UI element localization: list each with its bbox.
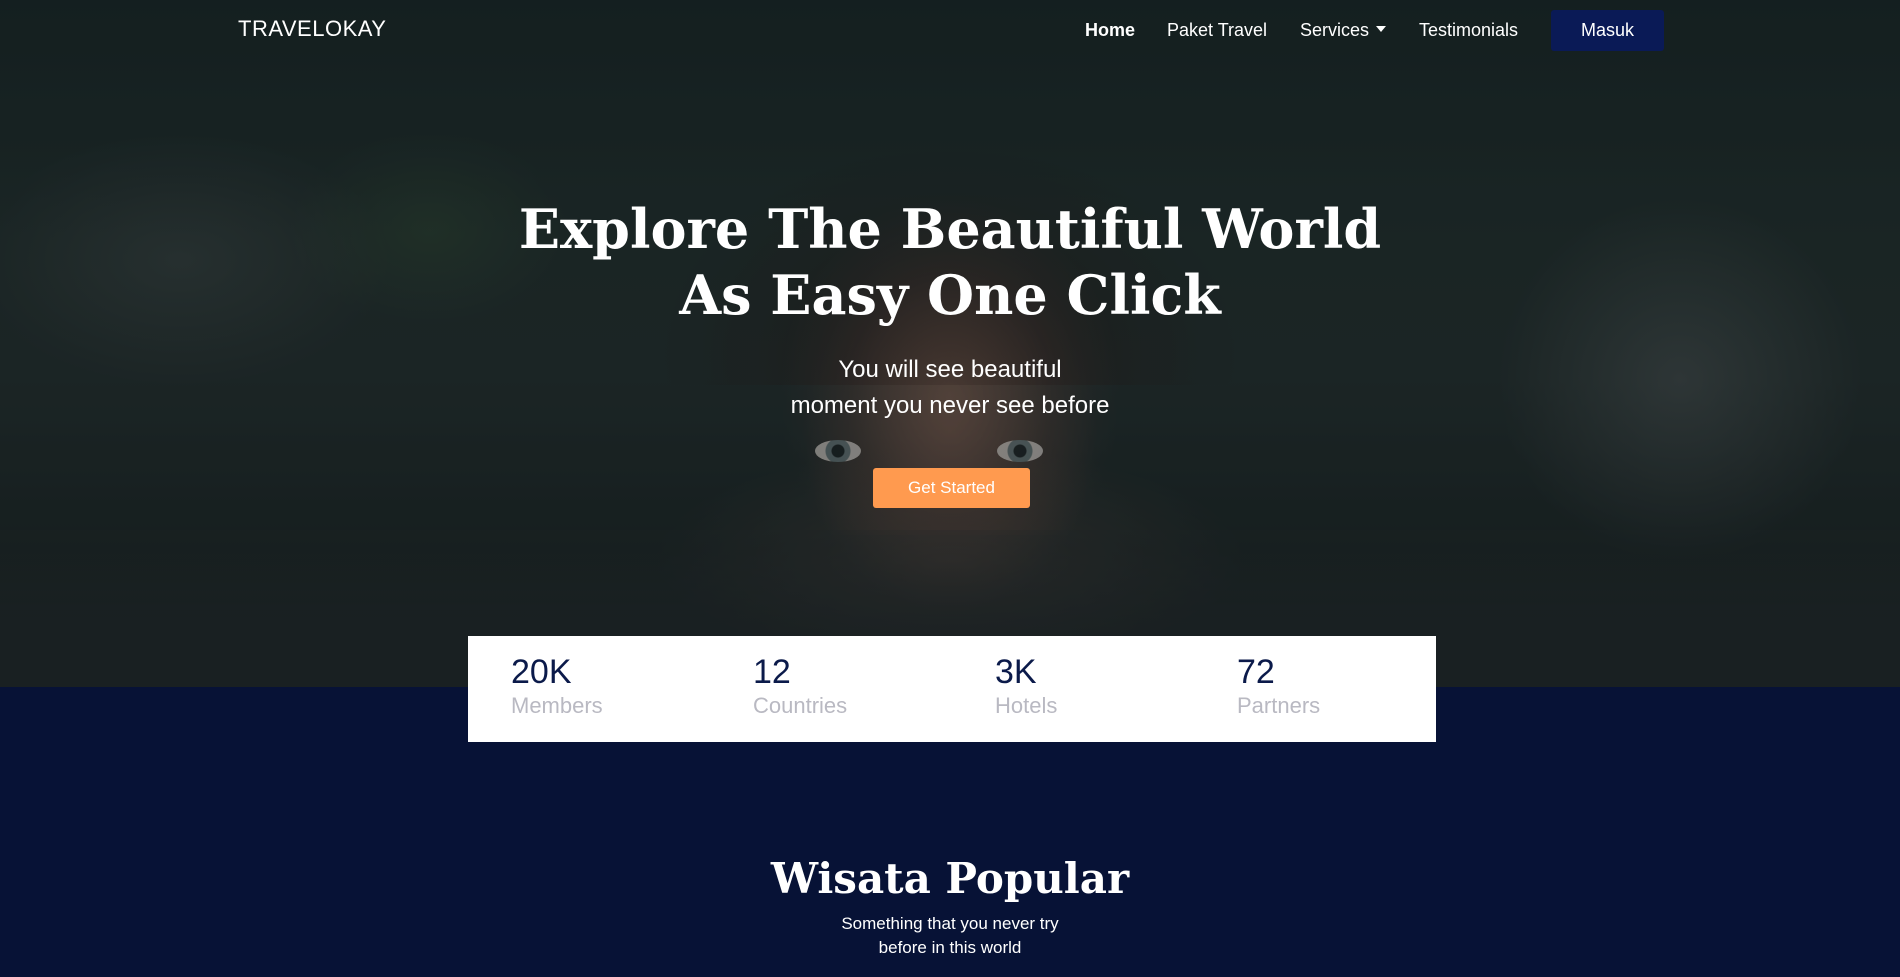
popular-subtitle-line2: before in this world	[878, 938, 1022, 957]
hero-subtitle-line1: You will see beautiful	[838, 356, 1062, 383]
stats-card: 20K Members 12 Countries 3K Hotels 72 Pa…	[468, 636, 1436, 742]
stat-value: 20K	[511, 653, 572, 691]
get-started-button[interactable]: Get Started	[873, 468, 1030, 508]
hero-title-line2: As Easy One Click	[679, 263, 1221, 327]
stat-label: Hotels	[995, 693, 1058, 718]
navbar: TRAVELOKAY Home Paket Travel Services Te…	[0, 0, 1900, 62]
stat-countries: 12 Countries	[753, 652, 847, 720]
popular-section-subtitle: Something that you never try before in t…	[750, 912, 1150, 960]
stat-value: 3K	[995, 653, 1037, 691]
stat-label: Members	[511, 693, 603, 718]
brand-logo[interactable]: TRAVELOKAY	[238, 16, 386, 42]
hero-section	[0, 0, 1900, 687]
hero-subtitle: You will see beautiful moment you never …	[650, 352, 1250, 424]
popular-section-title: Wisata Popular	[770, 854, 1130, 903]
hero-subtitle-line2: moment you never see before	[790, 392, 1110, 419]
login-button[interactable]: Masuk	[1551, 10, 1664, 51]
nav-link-testimonials[interactable]: Testimonials	[1419, 20, 1518, 41]
caret-down-icon	[1376, 26, 1387, 33]
stat-partners: 72 Partners	[1237, 652, 1320, 720]
hero-overlay	[0, 0, 1900, 687]
hero-title: Explore The Beautiful World As Easy One …	[450, 196, 1450, 328]
stat-members: 20K Members	[511, 652, 603, 720]
stat-label: Countries	[753, 693, 848, 718]
nav-link-home[interactable]: Home	[1085, 20, 1135, 41]
hero-title-line1: Explore The Beautiful World	[518, 197, 1382, 261]
nav-dropdown-services[interactable]: Services	[1300, 20, 1387, 41]
stat-hotels: 3K Hotels	[995, 652, 1057, 720]
popular-subtitle-line1: Something that you never try	[841, 914, 1059, 933]
nav-link-paket-travel[interactable]: Paket Travel	[1167, 20, 1267, 41]
stat-value: 12	[753, 653, 791, 691]
nav-services-label: Services	[1300, 20, 1370, 40]
stat-label: Partners	[1237, 693, 1321, 718]
stat-value: 72	[1237, 653, 1275, 691]
